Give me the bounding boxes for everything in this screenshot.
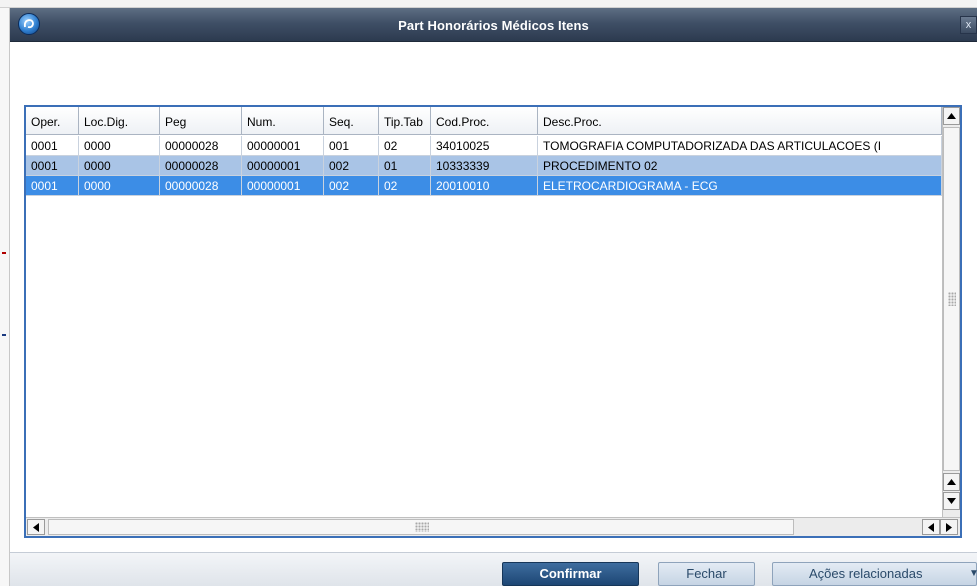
background-marker xyxy=(2,334,6,336)
arrow-up-icon[interactable] xyxy=(943,107,960,125)
dialog-window: Part Honorários Médicos Itens x Oper. Lo… xyxy=(10,8,977,586)
background-marker xyxy=(2,252,6,254)
items-grid[interactable]: Oper. Loc.Dig. Peg Num. Seq. Tip.Tab Cod… xyxy=(24,105,962,538)
column-header-tip-tab[interactable]: Tip.Tab xyxy=(379,107,431,135)
close-icon[interactable]: x xyxy=(960,16,977,34)
cell-tip-tab: 02 xyxy=(379,136,431,155)
arrow-down-icon[interactable] xyxy=(943,492,960,510)
cell-num: 00000001 xyxy=(242,136,324,155)
cell-num: 00000001 xyxy=(242,156,324,175)
arrow-up-icon[interactable] xyxy=(943,473,960,491)
grid-body: 0001 0000 00000028 00000001 001 02 34010… xyxy=(26,136,942,196)
related-actions-button[interactable]: Ações relacionadas ▼ xyxy=(772,562,977,586)
vertical-scrollbar[interactable] xyxy=(942,107,960,517)
horizontal-scroll-thumb[interactable] xyxy=(48,519,794,535)
chevron-down-icon: ▼ xyxy=(969,568,977,579)
cell-desc-proc: ELETROCARDIOGRAMA - ECG xyxy=(538,176,942,195)
column-header-loc-dig[interactable]: Loc.Dig. xyxy=(79,107,160,135)
background-app-strip xyxy=(0,0,977,8)
column-header-desc-proc[interactable]: Desc.Proc. xyxy=(538,107,942,135)
table-row[interactable]: 0001 0000 00000028 00000001 001 02 34010… xyxy=(26,136,942,156)
arrow-left-icon[interactable] xyxy=(27,519,45,535)
column-header-peg[interactable]: Peg xyxy=(160,107,242,135)
table-row[interactable]: 0001 0000 00000028 00000001 002 01 10333… xyxy=(26,156,942,176)
arrow-left-icon[interactable] xyxy=(922,519,940,535)
cell-seq: 001 xyxy=(324,136,379,155)
table-row-selected[interactable]: 0001 0000 00000028 00000001 002 02 20010… xyxy=(26,176,942,196)
cell-loc-dig: 0000 xyxy=(79,156,160,175)
cell-tip-tab: 01 xyxy=(379,156,431,175)
grip-icon xyxy=(415,522,429,532)
cell-tip-tab: 02 xyxy=(379,176,431,195)
cell-peg: 00000028 xyxy=(160,176,242,195)
cell-cod-proc: 20010010 xyxy=(431,176,538,195)
cell-desc-proc: PROCEDIMENTO 02 xyxy=(538,156,942,175)
cell-peg: 00000028 xyxy=(160,136,242,155)
confirm-button[interactable]: Confirmar xyxy=(502,562,639,586)
vertical-scroll-thumb[interactable] xyxy=(943,127,960,471)
horizontal-scrollbar[interactable] xyxy=(26,517,960,536)
cell-oper: 0001 xyxy=(26,156,79,175)
background-app-sidebar xyxy=(0,8,10,586)
grip-icon xyxy=(948,292,956,306)
column-header-cod-proc[interactable]: Cod.Proc. xyxy=(431,107,538,135)
cell-loc-dig: 0000 xyxy=(79,176,160,195)
cell-peg: 00000028 xyxy=(160,156,242,175)
window-title: Part Honorários Médicos Itens xyxy=(398,18,589,33)
close-button[interactable]: Fechar xyxy=(658,562,755,586)
cell-seq: 002 xyxy=(324,176,379,195)
cell-num: 00000001 xyxy=(242,176,324,195)
cell-cod-proc: 34010025 xyxy=(431,136,538,155)
title-bar[interactable]: Part Honorários Médicos Itens x xyxy=(10,8,977,42)
grid-header: Oper. Loc.Dig. Peg Num. Seq. Tip.Tab Cod… xyxy=(26,107,942,135)
column-header-oper[interactable]: Oper. xyxy=(26,107,79,135)
cell-cod-proc: 10333339 xyxy=(431,156,538,175)
cell-desc-proc: TOMOGRAFIA COMPUTADORIZADA DAS ARTICULAC… xyxy=(538,136,942,155)
column-header-seq[interactable]: Seq. xyxy=(324,107,379,135)
arrow-right-icon[interactable] xyxy=(940,519,958,535)
column-header-num[interactable]: Num. xyxy=(242,107,324,135)
related-actions-label: Ações relacionadas xyxy=(809,566,923,581)
cell-loc-dig: 0000 xyxy=(79,136,160,155)
button-bar: Confirmar Fechar Ações relacionadas ▼ xyxy=(10,552,977,586)
cell-seq: 002 xyxy=(324,156,379,175)
cell-oper: 0001 xyxy=(26,136,79,155)
cell-oper: 0001 xyxy=(26,176,79,195)
